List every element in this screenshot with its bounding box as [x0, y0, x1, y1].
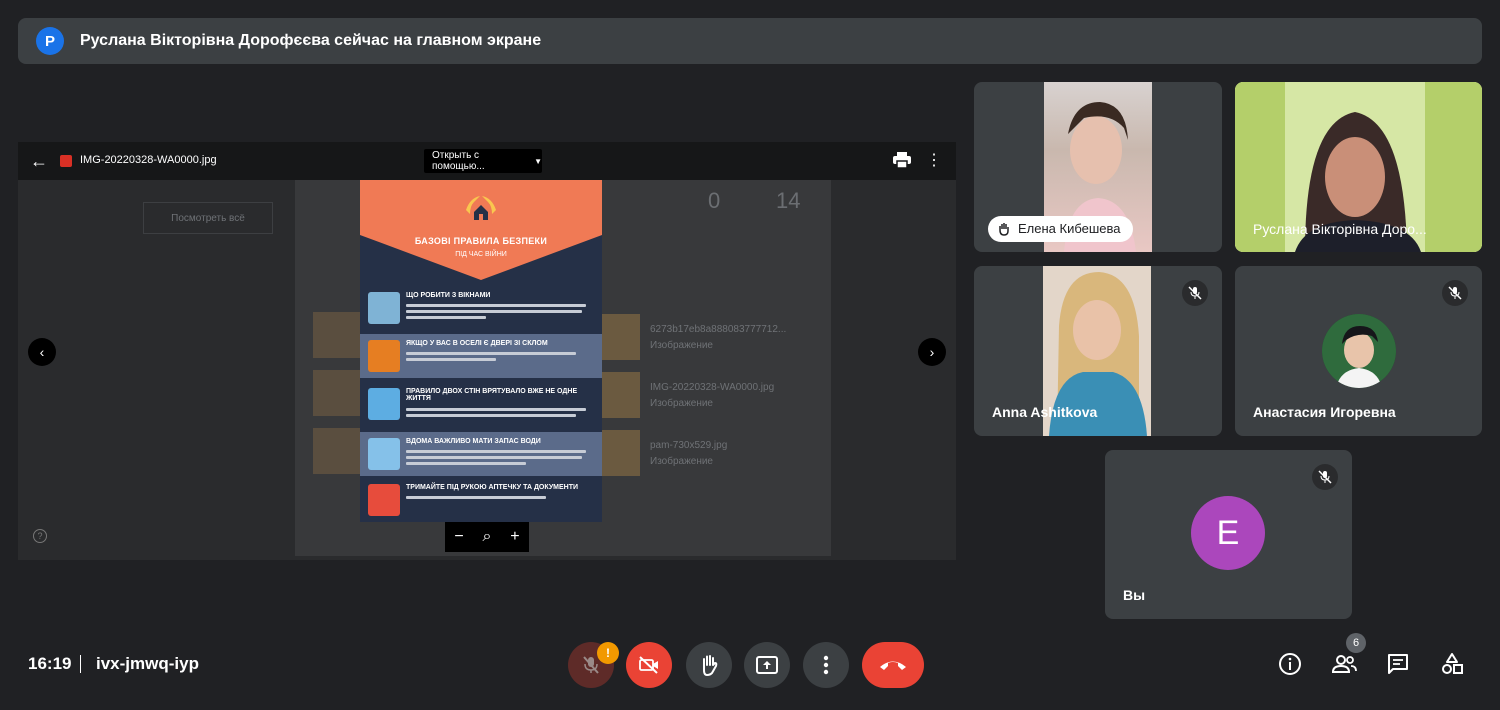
mic-warning-badge: !: [597, 642, 619, 664]
participant-tile[interactable]: Анастасия Игоревна: [1235, 266, 1482, 436]
participant-tile[interactable]: Елена Кибешева: [974, 82, 1222, 252]
viewer-filename: IMG-20220328-WA0000.jpg: [80, 154, 217, 166]
poster-section-title: ПРАВИЛО ДВОХ СТІН ВРЯТУВАЛО ВЖЕ НЕ ОДНЕ …: [406, 388, 578, 402]
present-to-all-icon: [756, 656, 778, 674]
poster-section: ЩО РОБИТИ З ВІКНАМИ: [360, 286, 602, 330]
poster-section-text: [406, 408, 596, 428]
participant-name: Руслана Вікторівна Доро...: [1253, 221, 1427, 237]
caret-down-icon: ▼: [534, 156, 542, 166]
chat-icon: [1388, 654, 1408, 674]
meeting-code: ivx-jmwq-iyp: [96, 654, 199, 673]
zoom-icon: ⌕: [482, 528, 492, 545]
participant-tile-self[interactable]: E Вы: [1105, 450, 1352, 619]
poster-subtitle: ПІД ЧАС ВІЙНИ: [455, 251, 507, 258]
background-thumbnail: [600, 372, 640, 418]
poster-section-title: ТРИМАЙТЕ ПІД РУКОЮ АПТЕЧКУ ТА ДОКУМЕНТИ: [406, 484, 579, 491]
participant-tile[interactable]: Anna Ashitkova: [974, 266, 1222, 436]
presenter-avatar: Р: [36, 27, 64, 55]
poster-section-title: ЯКЩО У ВАС В ОСЕЛІ Є ДВЕРІ ЗІ СКЛОМ: [406, 340, 548, 347]
more-vert-icon: ⋮: [926, 152, 942, 169]
participant-name: Анастасия Игоревна: [1253, 404, 1396, 420]
zoom-controls: − ⌕ +: [445, 522, 529, 552]
self-avatar: E: [1191, 496, 1265, 570]
zoom-out-icon: −: [454, 528, 464, 545]
background-file-type: Изображение: [650, 340, 713, 351]
participant-name: Елена Кибешева: [1018, 221, 1121, 236]
background-file-type: Изображение: [650, 456, 713, 467]
info-icon: [1279, 653, 1301, 675]
glass-door-illustration-icon: [368, 340, 400, 372]
call-end-icon: [880, 661, 906, 670]
presentation-stage: Посмотреть всё 0 14 6273b17eb8a888083777…: [18, 142, 956, 560]
previous-image-icon: ‹: [28, 338, 56, 366]
show-everyone-button[interactable]: [1330, 650, 1358, 678]
back-arrow-icon: ←: [30, 151, 48, 171]
people-icon: [1331, 655, 1357, 673]
zoom-in-icon: +: [510, 528, 520, 545]
participant-count-badge: 6: [1346, 633, 1366, 653]
open-with-label: Открыть с помощью...: [432, 150, 485, 172]
two-walls-illustration-icon: [368, 388, 400, 420]
background-file-type: Изображение: [650, 398, 713, 409]
chat-button[interactable]: [1384, 650, 1412, 678]
print-icon: [893, 152, 911, 169]
raise-hand-icon: [703, 655, 718, 676]
mic-off-icon: [1312, 464, 1338, 490]
participant-avatar: [1322, 314, 1396, 388]
presentation-banner: Р Руслана Вікторівна Дорофєєва сейчас на…: [18, 18, 1482, 64]
poster-section: ПРАВИЛО ДВОХ СТІН ВРЯТУВАЛО ВЖЕ НЕ ОДНЕ …: [360, 382, 602, 426]
help-icon: ?: [33, 529, 47, 543]
poster-section-text: [406, 304, 596, 324]
house-hands-icon: [466, 196, 496, 220]
background-file-name: IMG-20220328-WA0000.jpg: [650, 382, 775, 393]
background-stat: 14: [776, 188, 801, 213]
next-image-icon: ›: [918, 338, 946, 366]
banner-text: Руслана Вікторівна Дорофєєва сейчас на г…: [80, 32, 542, 49]
more-options-button[interactable]: [803, 642, 849, 688]
background-file-name: 6273b17eb8a888083777712...: [650, 324, 787, 335]
raised-hand-icon: [999, 223, 1009, 236]
activities-button[interactable]: [1438, 650, 1466, 678]
divider: [80, 655, 81, 673]
shared-poster-image: БАЗОВІ ПРАВИЛА БЕЗПЕКИ ПІД ЧАС ВІЙНИ ЩО …: [360, 180, 602, 522]
poster-section: ТРИМАЙТЕ ПІД РУКОЮ АПТЕЧКУ ТА ДОКУМЕНТИ: [360, 478, 602, 522]
more-vert-icon: [823, 655, 829, 675]
first-aid-kit-illustration-icon: [368, 484, 400, 516]
background-thumbnail: [600, 430, 640, 476]
poster-section-text: [406, 450, 596, 470]
background-file-name: pam-730x529.jpg: [650, 440, 728, 451]
poster-title: БАЗОВІ ПРАВИЛА БЕЗПЕКИ: [414, 236, 548, 246]
poster-section: ВДОМА ВАЖЛИВО МАТИ ЗАПАС ВОДИ: [360, 432, 602, 476]
participant-name: Anna Ashitkova: [992, 404, 1098, 420]
background-view-all: Посмотреть всё: [143, 202, 273, 234]
camera-off-icon: [639, 656, 658, 674]
participant-name-pill: Елена Кибешева: [988, 216, 1133, 242]
meeting-time: 16:19: [28, 654, 72, 673]
activities-icon: [1442, 653, 1463, 674]
background-thumbnail: [600, 314, 640, 360]
image-file-icon: [60, 155, 72, 167]
meeting-details-button[interactable]: [1276, 650, 1304, 678]
meet-window: Р Руслана Вікторівна Дорофєєва сейчас на…: [0, 0, 1500, 710]
participant-name: Вы: [1123, 587, 1146, 603]
poster-section-text: [406, 496, 596, 516]
mic-off-icon: [1182, 280, 1208, 306]
poster-section-text: [406, 352, 596, 372]
window-illustration-icon: [368, 292, 400, 324]
water-bottle-illustration-icon: [368, 438, 400, 470]
raise-hand-button[interactable]: [686, 642, 732, 688]
poster-section-title: ВДОМА ВАЖЛИВО МАТИ ЗАПАС ВОДИ: [406, 438, 541, 445]
poster-section: ЯКЩО У ВАС В ОСЕЛІ Є ДВЕРІ ЗІ СКЛОМ: [360, 334, 602, 378]
toggle-camera-button[interactable]: [626, 642, 672, 688]
poster-section-title: ЩО РОБИТИ З ВІКНАМИ: [406, 292, 491, 299]
open-with-button: Открыть с помощью... ▼: [424, 149, 542, 173]
participant-tile[interactable]: Руслана Вікторівна Доро...: [1235, 82, 1482, 252]
mic-off-icon: [1442, 280, 1468, 306]
image-viewer-toolbar: ← IMG-20220328-WA0000.jpg Открыть с помо…: [18, 142, 956, 180]
leave-call-button[interactable]: [862, 642, 924, 688]
present-screen-button[interactable]: [744, 642, 790, 688]
background-stat: 0: [708, 188, 721, 213]
